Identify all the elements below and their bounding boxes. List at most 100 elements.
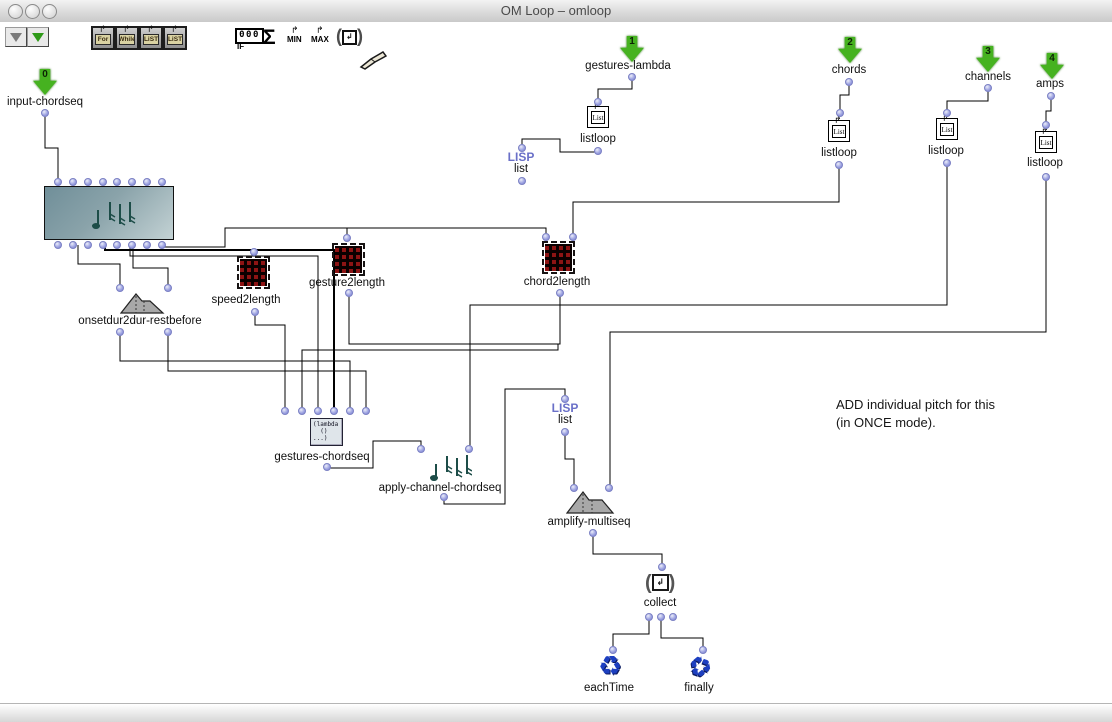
pen-edit-icon[interactable] — [359, 49, 387, 71]
connection-port[interactable] — [69, 178, 77, 186]
loop-input-3-arrow-icon[interactable]: 3 — [976, 46, 1000, 72]
connection-port[interactable] — [645, 613, 653, 621]
collect-box-icon[interactable]: (↲) — [645, 572, 675, 594]
connection-port[interactable] — [113, 178, 121, 186]
connection-port[interactable] — [116, 284, 124, 292]
comment-annotation[interactable]: ADD individual pitch for this (in ONCE m… — [836, 396, 995, 432]
listloop-box-amps[interactable]: ↱List — [1035, 131, 1057, 153]
connection-port[interactable] — [54, 178, 62, 186]
connection-port[interactable] — [518, 144, 526, 152]
patch-label[interactable]: chord2length — [524, 276, 591, 288]
loop-input-4-label[interactable]: amps — [1036, 78, 1064, 90]
loop-input-1-arrow-icon[interactable]: 1 — [620, 36, 644, 62]
connection-port[interactable] — [570, 484, 578, 492]
patch-label[interactable]: speed2length — [211, 294, 280, 306]
connection-port[interactable] — [158, 241, 166, 249]
connection-port[interactable] — [84, 178, 92, 186]
loop-input-0-label[interactable]: input-chordseq — [7, 96, 83, 108]
connection-port[interactable] — [164, 328, 172, 336]
connection-port[interactable] — [589, 529, 597, 537]
connection-port[interactable] — [113, 241, 121, 249]
connection-port[interactable] — [330, 407, 338, 415]
connection-port[interactable] — [116, 328, 124, 336]
connection-port[interactable] — [669, 613, 677, 621]
connection-port[interactable] — [628, 73, 636, 81]
connection-port[interactable] — [143, 178, 151, 186]
patch-box-chord2length-icon[interactable] — [545, 244, 572, 271]
lisp-list-box-1[interactable]: LISPlist — [508, 151, 535, 175]
connection-port[interactable] — [128, 178, 136, 186]
connection-port[interactable] — [158, 178, 166, 186]
connection-port[interactable] — [346, 407, 354, 415]
connection-port[interactable] — [594, 98, 602, 106]
connection-port[interactable] — [362, 407, 370, 415]
collect-label[interactable]: collect — [644, 597, 677, 609]
listloop-box-chords[interactable]: ↱List — [828, 120, 850, 142]
loop-input-2-arrow-icon[interactable]: 2 — [838, 37, 862, 63]
connection-port[interactable] — [298, 407, 306, 415]
listloop-box-gestures[interactable]: ↱List — [587, 106, 609, 128]
connection-port[interactable] — [345, 289, 353, 297]
lisp-list-box-2[interactable]: LISPlist — [552, 402, 579, 426]
connection-port[interactable] — [128, 241, 136, 249]
connection-port[interactable] — [542, 233, 550, 241]
loop-input-0-arrow-icon[interactable]: 0 — [33, 69, 57, 95]
loop-input-4-arrow-icon[interactable]: 4 — [1040, 53, 1064, 79]
eachtime-recycle-icon[interactable]: ♻ — [598, 651, 622, 682]
connection-port[interactable] — [943, 109, 951, 117]
connection-port[interactable] — [569, 233, 577, 241]
loop-input-3-label[interactable]: channels — [965, 71, 1011, 83]
lambda-box-gestures-chordseq[interactable]: (lambda ()...) — [310, 418, 343, 446]
connection-port[interactable] — [518, 177, 526, 185]
connection-port[interactable] — [143, 241, 151, 249]
connection-port[interactable] — [251, 308, 259, 316]
connection-port[interactable] — [99, 178, 107, 186]
connection-port[interactable] — [658, 563, 666, 571]
connection-port[interactable] — [84, 241, 92, 249]
connection-port[interactable] — [835, 161, 843, 169]
connection-port[interactable] — [465, 445, 473, 453]
patch-box-gesture2length-icon[interactable] — [335, 246, 362, 273]
patch-box-speed2length-icon[interactable] — [240, 259, 267, 286]
connection-port[interactable] — [440, 493, 448, 501]
connection-port[interactable] — [99, 241, 107, 249]
connection-port[interactable] — [836, 109, 844, 117]
connection-port[interactable] — [556, 289, 564, 297]
lambda-label[interactable]: gestures-chordseq — [274, 451, 369, 463]
connection-port[interactable] — [699, 646, 707, 654]
connection-port[interactable] — [314, 407, 322, 415]
connection-port[interactable] — [54, 241, 62, 249]
function-box-amplify-icon[interactable] — [566, 490, 616, 514]
connection-port[interactable] — [41, 109, 49, 117]
connection-port[interactable] — [417, 445, 425, 453]
patch-label[interactable]: gesture2length — [309, 277, 385, 289]
connection-port[interactable] — [943, 159, 951, 167]
function-label[interactable]: amplify-multiseq — [547, 516, 630, 528]
apply-channel-label[interactable]: apply-channel-chordseq — [379, 482, 502, 494]
loop-input-1-label[interactable]: gestures-lambda — [585, 60, 671, 72]
connection-port[interactable] — [657, 613, 665, 621]
listloop-box-channels[interactable]: ↱List — [936, 118, 958, 140]
function-box-onsetdur-icon[interactable] — [120, 292, 166, 314]
function-label[interactable]: onsetdur2dur-restbefore — [78, 315, 201, 327]
connection-port[interactable] — [561, 428, 569, 436]
connection-port[interactable] — [1047, 92, 1055, 100]
connection-port[interactable] — [984, 84, 992, 92]
connection-port[interactable] — [164, 284, 172, 292]
apply-channel-notes-icon[interactable] — [428, 450, 472, 484]
connection-port[interactable] — [1042, 121, 1050, 129]
connection-port[interactable] — [69, 241, 77, 249]
connection-port[interactable] — [605, 484, 613, 492]
connection-port[interactable] — [281, 407, 289, 415]
finally-label[interactable]: finally — [684, 682, 713, 694]
connection-port[interactable] — [1042, 173, 1050, 181]
eachtime-label[interactable]: eachTime — [584, 682, 634, 694]
connection-port[interactable] — [323, 463, 331, 471]
connection-port[interactable] — [845, 78, 853, 86]
loop-input-2-label[interactable]: chords — [832, 64, 867, 76]
connection-port[interactable] — [594, 147, 602, 155]
connection-port[interactable] — [250, 248, 258, 256]
connection-port[interactable] — [343, 234, 351, 242]
connection-port[interactable] — [561, 395, 569, 403]
connection-port[interactable] — [609, 646, 617, 654]
